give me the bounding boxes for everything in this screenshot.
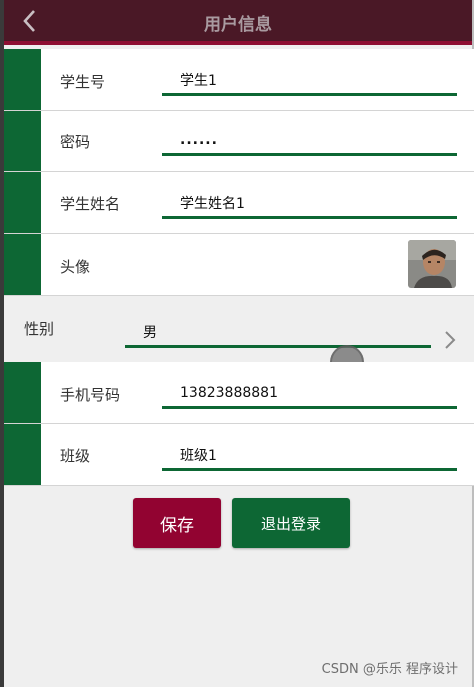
phone-row: 手机号码 bbox=[4, 362, 474, 424]
student-name-row: 学生姓名 bbox=[4, 172, 474, 234]
row-accent-band bbox=[4, 172, 41, 233]
student-no-label: 学生号 bbox=[60, 73, 106, 91]
page-title: 用户信息 bbox=[204, 15, 272, 35]
student-no-row: 学生号 bbox=[4, 49, 474, 111]
password-input[interactable] bbox=[162, 126, 457, 156]
gender-label: 性别 bbox=[24, 320, 55, 338]
row-accent-band bbox=[4, 424, 41, 485]
student-name-input[interactable] bbox=[162, 189, 457, 219]
row-accent-band bbox=[4, 362, 41, 423]
avatar-row[interactable]: 头像 bbox=[4, 234, 474, 296]
logout-button[interactable]: 退出登录 bbox=[232, 498, 350, 548]
row-accent-band bbox=[4, 234, 41, 295]
phone-input[interactable] bbox=[162, 379, 457, 409]
class-row: 班级 bbox=[4, 424, 474, 486]
class-label: 班级 bbox=[60, 447, 91, 465]
app-header: 用户信息 bbox=[4, 0, 472, 45]
student-name-label: 学生姓名 bbox=[60, 195, 121, 213]
password-label: 密码 bbox=[60, 133, 91, 151]
avatar-label: 头像 bbox=[60, 258, 91, 276]
watermark: CSDN @乐乐 程序设计 bbox=[321, 662, 458, 677]
gender-select[interactable] bbox=[125, 318, 431, 348]
save-button[interactable]: 保存 bbox=[133, 498, 221, 548]
avatar[interactable] bbox=[408, 240, 456, 288]
phone-label: 手机号码 bbox=[60, 386, 121, 404]
avatar-image bbox=[408, 240, 456, 288]
app-frame: 用户信息 学生号 密码 学生姓名 头像 bbox=[0, 0, 474, 687]
chevron-right-icon[interactable] bbox=[441, 329, 459, 351]
password-row: 密码 bbox=[4, 111, 474, 172]
student-no-input[interactable] bbox=[162, 66, 457, 96]
row-accent-band bbox=[4, 111, 41, 171]
class-input[interactable] bbox=[162, 441, 457, 471]
row-accent-band bbox=[4, 49, 41, 110]
